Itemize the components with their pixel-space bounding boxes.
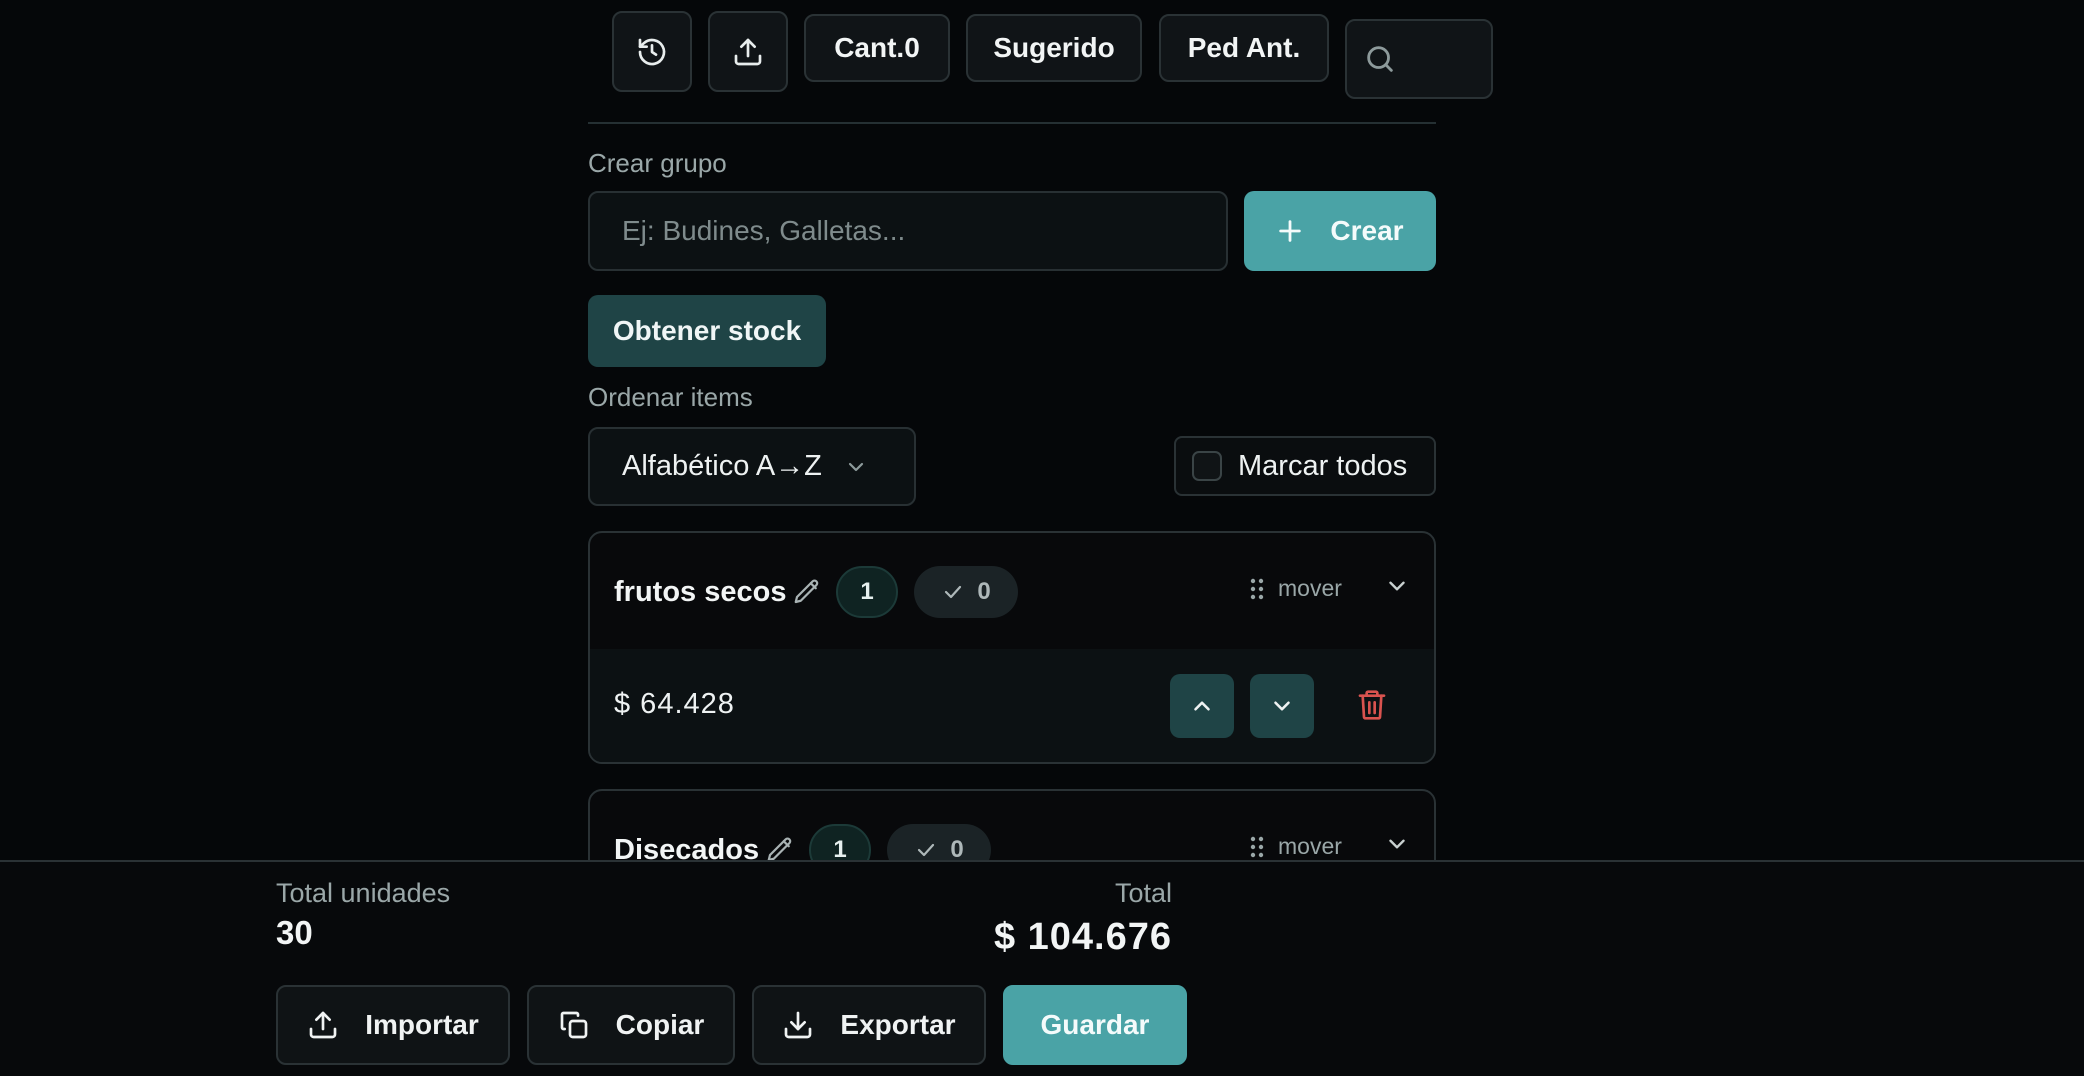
group-item-row: $ 64.428	[590, 649, 1434, 762]
chevron-down-icon[interactable]	[1384, 573, 1410, 599]
mark-all-toggle[interactable]: Marcar todos	[1174, 436, 1436, 496]
total-units-value: 30	[276, 914, 313, 951]
create-group-button[interactable]: Crear	[1244, 191, 1436, 271]
history-icon	[636, 36, 668, 68]
export-button[interactable]: Exportar	[752, 985, 986, 1065]
save-label: Guardar	[1040, 1009, 1150, 1040]
check-icon	[914, 838, 938, 862]
upload-button[interactable]	[708, 11, 788, 92]
move-handle[interactable]: mover	[1250, 575, 1342, 602]
group-name-input[interactable]: Ej: Budines, Galletas...	[588, 191, 1228, 271]
get-stock-button[interactable]: Obtener stock	[588, 295, 826, 367]
chevron-down-icon	[1269, 693, 1295, 719]
move-handle[interactable]: mover	[1250, 833, 1342, 860]
sugerido-label: Sugerido	[993, 32, 1115, 63]
trash-icon[interactable]	[1356, 687, 1388, 723]
group-name-placeholder: Ej: Budines, Galletas...	[622, 215, 906, 246]
import-button[interactable]: Importar	[276, 985, 510, 1065]
history-button[interactable]	[612, 11, 692, 92]
copy-icon	[558, 1009, 590, 1041]
ped-ant-button[interactable]: Ped Ant.	[1159, 14, 1329, 82]
plus-icon	[1276, 217, 1304, 245]
download-icon	[782, 1009, 814, 1041]
copy-button[interactable]: Copiar	[527, 985, 735, 1065]
drag-handle-icon	[1250, 577, 1264, 601]
chevron-up-icon	[1189, 693, 1215, 719]
move-down-button[interactable]	[1250, 674, 1314, 738]
group-checked-badge: 0	[914, 566, 1018, 618]
check-icon	[941, 580, 965, 604]
chevron-down-icon	[844, 455, 868, 479]
cant-button[interactable]: Cant.0	[804, 14, 950, 82]
move-label: mover	[1278, 575, 1342, 601]
sugerido-button[interactable]: Sugerido	[966, 14, 1142, 82]
save-button[interactable]: Guardar	[1003, 985, 1187, 1065]
drag-handle-icon	[1250, 835, 1264, 859]
divider	[588, 122, 1436, 124]
import-label: Importar	[365, 1009, 479, 1040]
search-icon	[1363, 42, 1397, 76]
sort-select[interactable]: Alfabético A→Z	[588, 427, 916, 506]
item-price: $ 64.428	[614, 688, 735, 720]
pencil-icon[interactable]	[792, 577, 822, 607]
sort-label: Ordenar items	[588, 382, 753, 412]
move-up-button[interactable]	[1170, 674, 1234, 738]
group-card: frutos secos 1 0 mover $ 64.428	[588, 531, 1436, 764]
group-count: 1	[860, 578, 874, 605]
group-count-badge: 1	[836, 566, 898, 618]
mark-all-checkbox[interactable]	[1192, 451, 1222, 481]
ped-ant-label: Ped Ant.	[1187, 32, 1301, 63]
chevron-down-icon[interactable]	[1384, 831, 1410, 857]
total-value: $ 104.676	[993, 916, 1172, 958]
create-button-label: Crear	[1330, 215, 1404, 246]
search-box[interactable]	[1345, 19, 1493, 99]
upload-icon	[307, 1009, 339, 1041]
get-stock-label: Obtener stock	[612, 315, 802, 346]
group-checked-count: 0	[977, 578, 991, 605]
copy-label: Copiar	[615, 1009, 705, 1040]
sort-selected-value: Alfabético A→Z	[622, 450, 822, 482]
upload-icon	[732, 36, 764, 68]
total-label: Total	[1114, 878, 1172, 908]
create-group-label: Crear grupo	[588, 148, 727, 178]
move-label: mover	[1278, 833, 1342, 859]
total-units-label: Total unidades	[276, 878, 451, 908]
group-name: frutos secos	[614, 576, 787, 608]
mark-all-label: Marcar todos	[1238, 449, 1408, 482]
cant-label: Cant.0	[834, 32, 920, 63]
export-label: Exportar	[840, 1009, 956, 1040]
